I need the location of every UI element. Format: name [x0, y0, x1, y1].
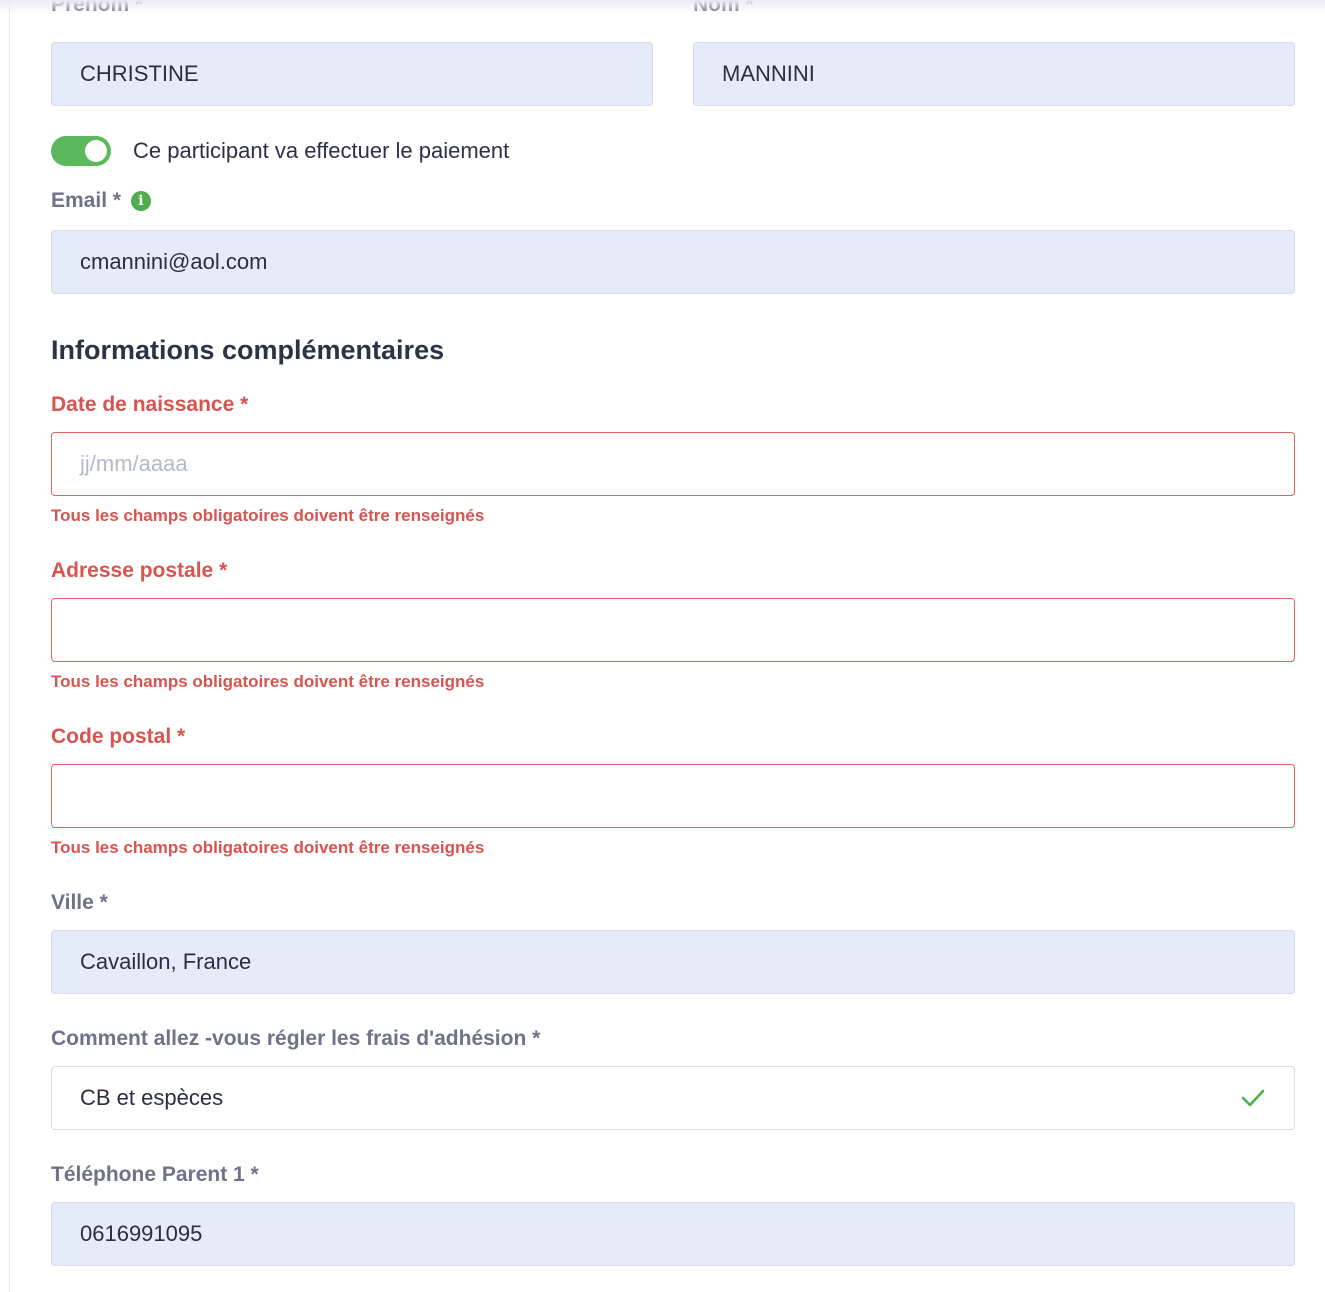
address-error: Tous les champs obligatoires doivent êtr… [51, 672, 485, 691]
first-name-field[interactable]: CHRISTINE [51, 42, 653, 106]
payment-method-value: CB et espèces [80, 1085, 224, 1110]
payment-method-select[interactable]: CB et espèces [51, 1066, 1295, 1130]
check-icon [1241, 1089, 1265, 1107]
payment-method-label: Comment allez -vous régler les frais d'a… [51, 1027, 541, 1050]
top-scroll-shadow [0, 0, 1325, 14]
last-name-field[interactable]: MANNINI [693, 42, 1295, 106]
form-page: Prénom * CHRISTINE Nom * MANNINI Ce part… [0, 0, 1325, 1292]
email-field[interactable]: cmannini@aol.com [51, 230, 1295, 294]
toggle-knob [85, 140, 107, 162]
phone-field[interactable]: 0616991095 [51, 1202, 1295, 1266]
postal-code-field[interactable] [51, 764, 1295, 828]
address-label: Adresse postale * [51, 559, 228, 582]
city-field[interactable]: Cavaillon, France [51, 930, 1295, 994]
address-field[interactable] [51, 598, 1295, 662]
city-label: Ville * [51, 891, 108, 914]
info-icon[interactable]: i [130, 191, 151, 211]
participant-form: Prénom * CHRISTINE Nom * MANNINI Ce part… [51, 0, 1295, 1266]
name-row: Prénom * CHRISTINE Nom * MANNINI [51, 0, 1295, 106]
first-name-group: Prénom * CHRISTINE [51, 0, 653, 106]
birth-date-field[interactable]: jj/mm/aaaa [51, 432, 1295, 496]
payer-toggle-row: Ce participant va effectuer le paiement [51, 128, 1295, 174]
postal-code-error: Tous les champs obligatoires doivent êtr… [51, 838, 485, 857]
payer-toggle[interactable] [51, 136, 111, 166]
last-name-group: Nom * MANNINI [693, 0, 1295, 106]
email-label: Email * [51, 189, 122, 212]
birth-date-label: Date de naissance * [51, 393, 249, 416]
email-label-row: Email * i [51, 184, 1295, 218]
birth-date-placeholder: jj/mm/aaaa [80, 451, 188, 476]
phone-label: Téléphone Parent 1 * [51, 1163, 259, 1186]
section-title: Informations complémentaires [51, 335, 445, 365]
postal-code-label: Code postal * [51, 725, 186, 748]
left-divider [9, 0, 10, 1292]
birth-date-error: Tous les champs obligatoires doivent êtr… [51, 506, 485, 525]
payer-toggle-label: Ce participant va effectuer le paiement [133, 138, 510, 163]
